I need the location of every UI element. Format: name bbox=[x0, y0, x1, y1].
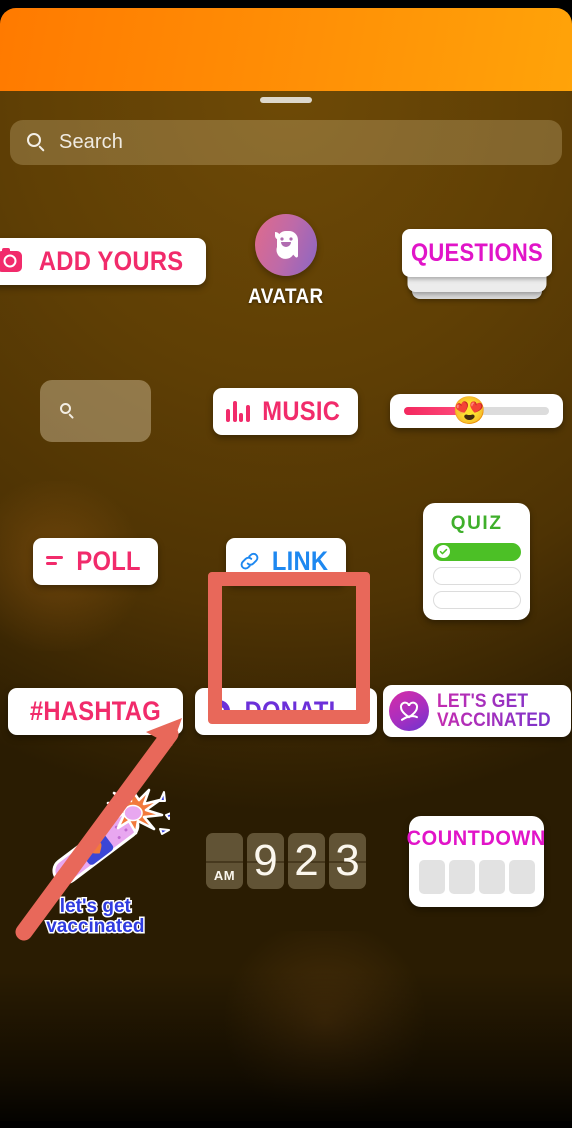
sticker-label: DONATI... bbox=[244, 695, 357, 726]
bandaid-flower-icon bbox=[52, 785, 171, 885]
sticker-cell: POLL bbox=[2, 537, 188, 585]
sticker-cell: let's get vaccinated bbox=[2, 785, 188, 938]
sticker-label: AVATAR bbox=[248, 284, 324, 308]
sticker-cell: MUSIC bbox=[193, 387, 379, 435]
badge-text: LET'S GET VACCINATED bbox=[437, 692, 551, 731]
sticker-label: COUNTDOWN bbox=[407, 826, 547, 850]
search-input[interactable]: Search bbox=[10, 120, 562, 165]
clock-digit-tile: 3 bbox=[328, 833, 366, 889]
sticker-cell: LINK bbox=[193, 537, 379, 585]
countdown-block bbox=[478, 859, 505, 894]
sticker-cell: AVATAR bbox=[193, 213, 379, 309]
clock-digit-tile: 2 bbox=[287, 833, 325, 889]
background-glow-center bbox=[210, 931, 440, 1111]
clock-digit: 9 bbox=[253, 836, 278, 885]
sticker-cell: QUIZ bbox=[384, 502, 570, 620]
sticker-poll[interactable]: POLL bbox=[32, 537, 158, 585]
sticker-label: QUIZ bbox=[450, 512, 503, 534]
avatar-icon bbox=[254, 213, 317, 276]
poll-bars-icon bbox=[45, 553, 65, 569]
sticker-caption: let's get vaccinated bbox=[45, 895, 146, 938]
sticker-flip-clock[interactable]: AM 9 2 3 bbox=[205, 833, 366, 889]
countdown-block bbox=[508, 859, 535, 894]
sticker-cell: ADD YOURS bbox=[0, 237, 207, 285]
sticker-label: MUSIC bbox=[262, 395, 341, 426]
sticker-quiz[interactable]: QUIZ bbox=[423, 502, 531, 620]
countdown-blocks bbox=[418, 859, 535, 894]
sticker-avatar[interactable]: AVATAR bbox=[244, 213, 328, 309]
sticker-cell: LET'S GET VACCINATED bbox=[382, 685, 571, 737]
check-icon bbox=[436, 545, 450, 558]
sticker-label: ADD YOURS bbox=[39, 245, 184, 276]
sticker-hashtag[interactable]: #HASHTAG bbox=[7, 687, 183, 735]
slider-track[interactable]: 😍 bbox=[404, 397, 550, 424]
clock-digit: 2 bbox=[294, 836, 319, 885]
heart-icon bbox=[208, 700, 231, 722]
sticker-row-1: ADD YOURS AVATAR QUESTIONS bbox=[0, 186, 572, 336]
sticker-cell: QUESTIONS bbox=[384, 229, 570, 299]
questions-card-front: QUESTIONS bbox=[401, 229, 552, 277]
sticker-cell: #HASHTAG bbox=[2, 687, 188, 735]
search-icon bbox=[59, 403, 76, 419]
caption-line1: let's get bbox=[58, 895, 132, 918]
sticker-cell: DONATI... bbox=[193, 687, 379, 735]
search-icon bbox=[27, 133, 46, 152]
sticker-row-2: MUSIC 😍 bbox=[0, 336, 572, 486]
search-placeholder: Search bbox=[59, 131, 123, 153]
story-preview-strip bbox=[0, 8, 572, 91]
slider-knob-emoji[interactable]: 😍 bbox=[453, 397, 487, 425]
sticker-music[interactable]: MUSIC bbox=[213, 387, 359, 435]
sticker-tray-sheet: Search ADD YOURS AVATAR QUESTIONS MUSIC … bbox=[0, 91, 572, 1121]
quiz-option-correct[interactable] bbox=[432, 542, 521, 561]
clock-ampm: AM bbox=[213, 868, 236, 883]
quiz-option[interactable] bbox=[432, 590, 521, 609]
sheet-drag-handle[interactable] bbox=[260, 97, 312, 103]
clock-digit-tile: 9 bbox=[246, 833, 284, 889]
sticker-emoji-slider[interactable]: 😍 bbox=[390, 394, 564, 428]
sticker-bandaid-vaccinated[interactable]: let's get vaccinated bbox=[20, 785, 171, 938]
sticker-cell bbox=[2, 380, 188, 442]
sticker-row-5: let's get vaccinated AM 9 2 3 COUNTDOWN bbox=[0, 785, 572, 938]
sticker-label: LINK bbox=[272, 545, 329, 576]
phone-screen: Search ADD YOURS AVATAR QUESTIONS MUSIC … bbox=[0, 0, 572, 1128]
sticker-lets-get-vaccinated-badge[interactable]: LET'S GET VACCINATED bbox=[382, 685, 571, 737]
countdown-block bbox=[448, 859, 475, 894]
sticker-cell: AM 9 2 3 bbox=[193, 833, 379, 889]
chain-link-icon bbox=[241, 552, 259, 570]
sticker-add-yours[interactable]: ADD YOURS bbox=[0, 237, 207, 285]
sticker-questions[interactable]: QUESTIONS bbox=[401, 229, 552, 299]
countdown-block bbox=[418, 859, 445, 894]
sticker-label: QUESTIONS bbox=[410, 238, 543, 267]
clock-digit: 3 bbox=[335, 836, 360, 885]
sticker-label: POLL bbox=[76, 545, 141, 576]
sticker-link[interactable]: LINK bbox=[226, 537, 346, 585]
sticker-search-tile[interactable] bbox=[39, 380, 151, 442]
sticker-grid: ADD YOURS AVATAR QUESTIONS MUSIC 😍 POLL … bbox=[0, 186, 572, 938]
avatar-glyph bbox=[274, 230, 298, 259]
sticker-row-3: POLL LINK QUIZ bbox=[0, 486, 572, 636]
heart-ribbon-icon bbox=[388, 691, 429, 731]
caption-line2: vaccinated bbox=[45, 915, 146, 938]
sticker-countdown[interactable]: COUNTDOWN bbox=[407, 815, 547, 907]
quiz-option[interactable] bbox=[432, 566, 521, 585]
badge-line2: VACCINATED bbox=[436, 710, 551, 731]
camera-icon bbox=[0, 247, 23, 272]
clock-ampm-tile: AM bbox=[205, 833, 243, 889]
sticker-row-4: #HASHTAG DONATI... LET'S GET VACCINATED bbox=[0, 636, 572, 786]
badge-line1: LET'S GET bbox=[436, 690, 529, 712]
sticker-cell: 😍 bbox=[384, 394, 570, 428]
sticker-label: #HASHTAG bbox=[29, 695, 161, 726]
sticker-cell: COUNTDOWN bbox=[384, 815, 570, 907]
sticker-donation[interactable]: DONATI... bbox=[195, 687, 377, 735]
equalizer-icon bbox=[226, 400, 250, 422]
